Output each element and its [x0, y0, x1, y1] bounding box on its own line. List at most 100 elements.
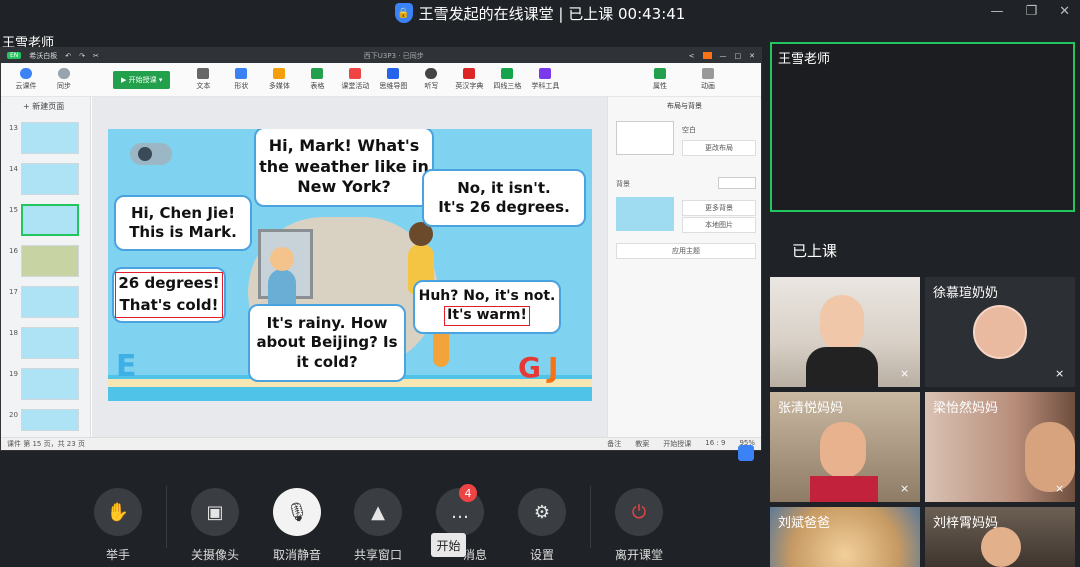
background-color-select[interactable]: [718, 177, 756, 189]
tool-label: 表格: [310, 82, 325, 90]
power-icon: ⏻: [615, 488, 663, 536]
speech-bubble-26-degrees[interactable]: 26 degrees! That's cold!: [112, 267, 226, 323]
slide-thumb[interactable]: [21, 245, 79, 277]
doc-title: 西下U3P3 · 已同步: [363, 51, 424, 60]
tool-lines[interactable]: 四线三格: [488, 68, 526, 91]
tool-label: 多媒体: [268, 82, 290, 90]
settings-button[interactable]: ⚙ 设置: [507, 488, 577, 563]
participant-tile[interactable]: ⨯: [770, 277, 920, 387]
speech-bubble-hi-chen-jie[interactable]: Hi, Chen Jie! This is Mark.: [114, 195, 252, 251]
maximize-icon[interactable]: □: [735, 52, 742, 60]
more-backgrounds-button[interactable]: 更多背景: [682, 200, 756, 216]
editor-area: + 新建页面 13 14 15 16 17 18 19 20 E G J Hi,…: [1, 97, 761, 437]
video-play-icon[interactable]: [130, 143, 172, 165]
participant-tile[interactable]: 刘梓霄妈妈: [925, 507, 1075, 567]
participant-name: 梁怡然妈妈: [933, 401, 999, 416]
camera-off-button[interactable]: ▣ 关摄像头: [180, 488, 250, 563]
notes-button[interactable]: 备注: [607, 439, 621, 449]
camera-icon: ▣: [191, 488, 239, 536]
speech-bubble-huh-no[interactable]: Huh? No, it's not. It's warm!: [413, 280, 561, 334]
scissors-icon[interactable]: ✂: [93, 52, 99, 60]
aspect-ratio-select[interactable]: 16 : 9: [705, 439, 725, 449]
message-count-badge: 4: [459, 484, 477, 502]
participant-tile[interactable]: 徐慕瑄奶奶 ⨯: [925, 277, 1075, 387]
props-title: 布局与背景: [667, 102, 702, 110]
tool-text[interactable]: 文本: [184, 68, 222, 91]
props-label: 属性: [653, 82, 667, 90]
slide-thumb[interactable]: [21, 327, 79, 359]
participant-tile[interactable]: 张清悦妈妈 ⨯: [770, 392, 920, 502]
speech-bubble-no-it-isnt[interactable]: No, it isn't. It's 26 degrees.: [422, 169, 586, 227]
sync-label: 同步: [57, 82, 71, 90]
highlight-box: 26 degrees! That's cold!: [115, 272, 223, 318]
page-indicator: 课件 第 15 页，共 23 页: [7, 440, 85, 448]
slide-thumb[interactable]: [21, 409, 79, 431]
control-bar: ✋ 举手 ▣ 关摄像头 🎙 取消静音 ▲ 共享窗口 … 4 消息 ⚙ 设置 ⏻ …: [0, 470, 762, 567]
tool-dictionary[interactable]: 英汉字典: [450, 68, 488, 91]
unmute-label: 取消静音: [272, 548, 321, 562]
tool-label: 学科工具: [531, 82, 560, 90]
lesson-plan-button[interactable]: 教案: [635, 439, 649, 449]
tool-mindmap[interactable]: 思维导图: [374, 68, 412, 91]
apply-theme-button[interactable]: 应用主题: [616, 243, 756, 259]
slide-thumb-active[interactable]: [21, 204, 79, 236]
unmute-button[interactable]: 🎙 取消静音: [262, 488, 332, 563]
minimize-icon[interactable]: —: [720, 52, 727, 60]
local-image-button[interactable]: 本地图片: [682, 217, 756, 233]
tool-dictation[interactable]: 听写: [412, 68, 450, 91]
board-label: 希沃白板: [29, 51, 58, 60]
thumb-number: 16: [9, 247, 18, 255]
start-teach-button[interactable]: 开始授课: [663, 439, 691, 449]
app-statusbar: 课件 第 15 页，共 23 页 备注 教案 开始授课 16 : 9 95%: [1, 437, 761, 450]
tool-label: 文本: [196, 82, 211, 90]
slide[interactable]: E G J Hi, Mark! What's the weather like …: [108, 129, 592, 401]
maximize-icon[interactable]: ❐: [1025, 4, 1037, 19]
participant-tile[interactable]: 刘斌爸爸: [770, 507, 920, 567]
raise-hand-label: 举手: [105, 548, 130, 562]
teacher-video-tile[interactable]: 王雪老师: [770, 42, 1075, 212]
participant-tile[interactable]: 梁怡然妈妈 ⨯: [925, 392, 1075, 502]
props-button[interactable]: 属性: [641, 68, 679, 91]
background-preview[interactable]: [616, 197, 674, 231]
mic-muted-icon: ⨯: [1055, 367, 1065, 380]
close-icon[interactable]: ✕: [749, 52, 755, 60]
share-window-button[interactable]: ▲ 共享窗口: [343, 488, 413, 563]
speech-bubble-its-rainy[interactable]: It's rainy. How about Beijing? Is it col…: [248, 304, 406, 382]
leave-class-button[interactable]: ⏻ 离开课堂: [604, 488, 674, 563]
start-teaching-button[interactable]: ▶ 开始授课 ▾: [113, 70, 171, 89]
slide-thumb[interactable]: [21, 368, 79, 400]
shape-icon: [235, 68, 248, 79]
undo-icon[interactable]: ↶: [65, 52, 71, 60]
slide-thumb[interactable]: [21, 163, 79, 195]
hand-icon: ✋: [94, 488, 142, 536]
tool-subject[interactable]: 学科工具: [526, 68, 564, 91]
highlight-box: It's warm!: [444, 306, 530, 326]
sync-button[interactable]: 同步: [45, 68, 83, 91]
tool-shape[interactable]: 形状: [222, 68, 260, 91]
anim-button[interactable]: 动画: [689, 68, 727, 91]
shared-screen[interactable]: EN 希沃白板 ↶ ↷ ✂ 西下U3P3 · 已同步 < — □ ✕ 云课件 同…: [0, 47, 762, 451]
slide-thumb[interactable]: [21, 286, 79, 318]
mail-icon[interactable]: [702, 52, 712, 59]
speech-bubble-mark-question[interactable]: Hi, Mark! What's the weather like in New…: [254, 129, 434, 207]
slide-thumb[interactable]: [21, 122, 79, 154]
tool-table[interactable]: 表格: [298, 68, 336, 91]
redo-icon[interactable]: ↷: [79, 52, 85, 60]
change-layout-button[interactable]: 更改布局: [682, 140, 756, 156]
table-icon: [311, 68, 324, 79]
share-icon[interactable]: <: [689, 52, 695, 60]
tool-activity[interactable]: 课堂活动: [336, 68, 374, 91]
raise-hand-button[interactable]: ✋ 举手: [83, 488, 153, 563]
participant-face: [981, 527, 1021, 567]
slide-canvas[interactable]: E G J Hi, Mark! What's the weather like …: [92, 97, 607, 437]
close-icon[interactable]: ✕: [1059, 4, 1070, 19]
picture-in-picture-icon[interactable]: [738, 445, 754, 461]
minimize-icon[interactable]: —: [990, 4, 1003, 19]
new-page-button[interactable]: + 新建页面: [1, 97, 90, 116]
tool-media[interactable]: 多媒体: [260, 68, 298, 91]
bubble-line: No, it isn't.: [457, 178, 551, 197]
layout-preview[interactable]: [616, 121, 674, 155]
cloud-button[interactable]: 云课件: [7, 68, 45, 91]
layout-name: 空白: [682, 126, 696, 134]
bubble-line: 26 degrees!: [118, 274, 220, 293]
